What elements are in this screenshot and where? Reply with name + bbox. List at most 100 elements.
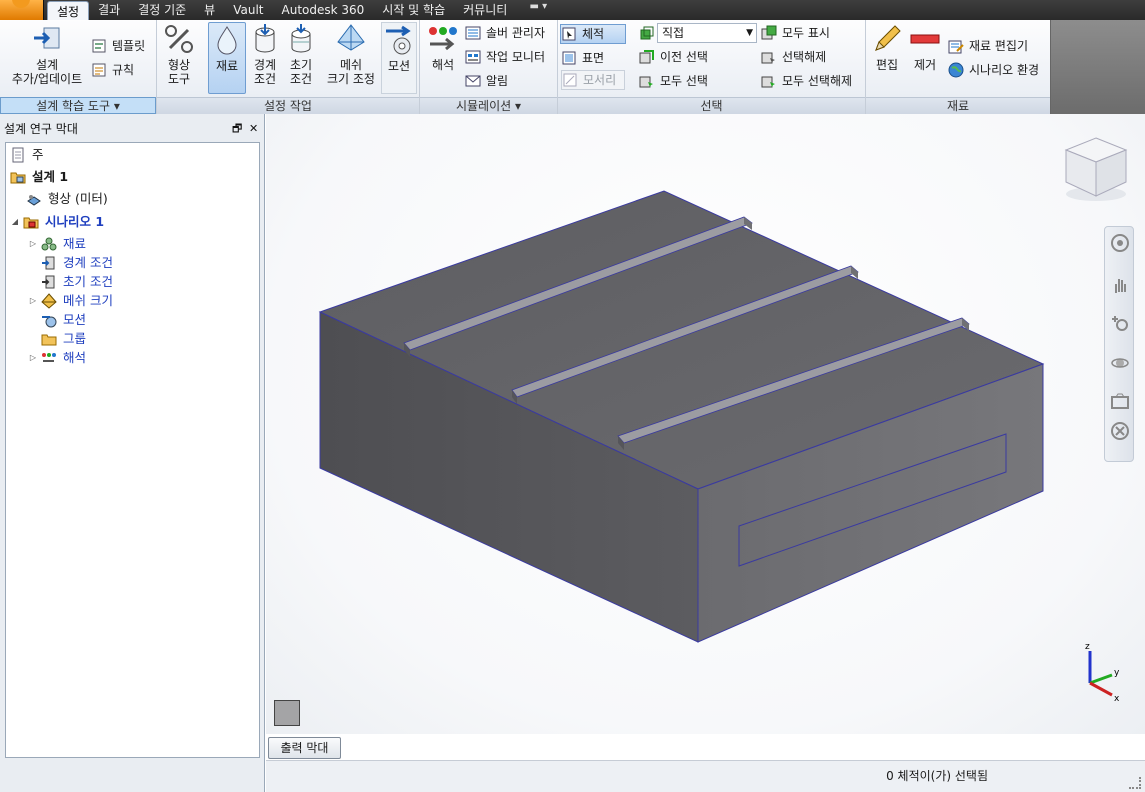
tree-label-design-1: 설계 1 [32,169,69,184]
select-edge-button[interactable]: 모서리 [561,70,625,90]
previous-selection-button[interactable]: 이전 선택 [639,47,708,67]
model-geometry[interactable] [266,114,1145,734]
mesh-sizing-button[interactable]: 메쉬 크기 조정 [322,22,380,94]
select-volume-button[interactable]: 체적 [560,24,626,44]
tree-node-materials[interactable]: ▷ 재료 [28,234,86,253]
template-button[interactable]: 템플릿 [91,36,145,56]
color-swatch[interactable] [274,700,300,726]
panel-selection: 체적 표면 모서리 직접 ▼ 이전 선택 모두 선택 모두 표시 선택해제 모두… [558,20,866,114]
expand-triangle-icon[interactable]: ▷ [28,234,38,253]
ribbon: 설계 추가/업데이트 템플릿 규칙 설계 학습 도구 ▾ 형상 도구 재료 경계… [0,20,1145,114]
collapse-triangle-icon[interactable]: ◢ [10,212,20,231]
output-bar-button[interactable]: 출력 막대 [268,737,341,759]
close-icon[interactable]: ✕ [249,120,258,138]
edit-material-button[interactable]: 편집 [870,22,904,94]
notification-button[interactable]: 알림 [465,71,508,91]
tree-node-motion[interactable]: 모션 [41,310,86,329]
previous-selection-label: 이전 선택 [660,50,708,64]
solver-manager-label: 솔버 관리자 [486,26,546,40]
tab-autodesk-360[interactable]: Autodesk 360 [273,0,374,20]
tab-results[interactable]: 결과 [89,0,129,20]
tab-setup[interactable]: 설정 [47,1,90,22]
selection-mode-dropdown[interactable]: 직접 ▼ [657,23,757,43]
scenario-environment-button[interactable]: 시나리오 환경 [948,60,1039,80]
deselect-button[interactable]: 선택해제 [761,47,826,67]
tab-view[interactable]: 뷰 [195,0,224,20]
tree-node-boundary-conditions[interactable]: 경계 조건 [41,253,113,272]
simulation-panel-title[interactable]: 시뮬레이션 ▾ [420,97,557,114]
initial-conditions-button[interactable]: 초기 조건 [284,22,318,94]
setup-panel-title: 설정 작업 [157,97,419,114]
geometry-icon [27,194,41,206]
surface-label: 표면 [582,51,605,65]
material-editor-icon [948,40,964,54]
tab-vault[interactable]: Vault [224,0,272,20]
expand-triangle-icon[interactable]: ▷ [28,348,38,367]
design-study-panel-title[interactable]: 설계 학습 도구 ▾ [0,97,156,114]
volume-label: 체적 [582,27,605,41]
axis-triad: z y x [1085,642,1120,701]
solve-tree-icon [42,352,56,362]
ribbon-display-toggle-icon[interactable]: ▬ ▾ [526,0,550,14]
restore-icon[interactable]: 🗗 [232,120,242,138]
show-all-button[interactable]: 모두 표시 [761,23,830,43]
solver-manager-icon [465,26,481,40]
initial-label-line1: 초기 [289,58,313,72]
material-panel-title: 재료 [866,97,1050,114]
look-at-icon[interactable] [1110,391,1130,411]
mesh-icon [41,292,57,309]
select-surface-button[interactable]: 표면 [561,48,625,68]
tab-get-started[interactable]: 시작 및 학습 [373,0,454,20]
tree-node-groups[interactable]: 그룹 [41,329,86,348]
material-button[interactable]: 재료 [208,22,246,94]
tree-node-scenario-1[interactable]: ◢ 시나리오 1 [10,212,104,231]
initial-condition-icon [42,275,55,288]
design-study-tree: 주 설계 1 형상 (미터) ◢ 시나리오 1 ▷ 재료 경계 조건 초기 조건… [5,142,260,758]
tab-decision-center[interactable]: 결정 기준 [129,0,195,20]
deselect-all-button[interactable]: 모두 선택해제 [761,71,852,91]
edge-select-icon [563,73,577,87]
viewcube[interactable] [1060,132,1132,204]
geometry-tools-button[interactable]: 형상 도구 [159,22,199,94]
pan-hand-icon[interactable] [1110,275,1130,295]
triad-y-label: y [1114,668,1120,678]
tree-node-solve[interactable]: ▷ 해석 [28,348,86,367]
selection-mode-value: 직접 [662,26,685,40]
job-monitor-label: 작업 모니터 [486,50,546,64]
solver-manager-button[interactable]: 솔버 관리자 [465,23,545,43]
orbit-icon[interactable] [1110,353,1130,373]
material-editor-button[interactable]: 재료 편집기 [948,36,1028,56]
job-monitor-icon [465,50,481,64]
tree-node-mesh-sizes[interactable]: ▷ 메쉬 크기 [28,291,113,310]
edit-label: 편집 [875,58,899,72]
tree-label-boundary-conditions: 경계 조건 [63,255,113,270]
notification-label: 알림 [486,74,509,88]
resize-grip-icon[interactable] [1129,777,1141,789]
panel-setup-tasks: 형상 도구 재료 경계 조건 초기 조건 메쉬 크기 조정 모션 설정 작업 [157,20,420,114]
motion-button[interactable]: 모션 [381,22,417,94]
graphics-viewport[interactable]: z y x [266,114,1145,734]
tree-node-geometry[interactable]: 형상 (미터) [26,189,108,208]
navigation-bar [1104,226,1134,462]
application-menu-button[interactable] [0,0,44,20]
job-monitor-button[interactable]: 작업 모니터 [465,47,545,67]
zoom-icon[interactable] [1110,313,1130,333]
tab-community[interactable]: 커뮤니티 [454,0,516,20]
remove-material-button[interactable]: 제거 [906,22,944,94]
full-navigation-wheel-icon[interactable] [1110,421,1130,441]
tree-node-design-1[interactable]: 설계 1 [10,167,68,186]
rules-button[interactable]: 규칙 [91,60,134,80]
boundary-conditions-button[interactable]: 경계 조건 [248,22,282,94]
show-all-label: 모두 표시 [782,26,830,40]
remove-icon [910,34,940,44]
add-update-label-line2: 추가/업데이트 [11,72,83,86]
tree-node-initial-conditions[interactable]: 초기 조건 [41,272,113,291]
solve-button[interactable]: 해석 [424,22,462,94]
expand-triangle-icon[interactable]: ▷ [28,291,38,310]
steering-wheel-icon[interactable] [1110,233,1130,253]
add-update-design-button[interactable]: 설계 추가/업데이트 [6,22,88,94]
tree-node-main[interactable]: 주 [10,145,44,164]
select-all-button[interactable]: 모두 선택 [639,71,708,91]
geometry-tools-icon [165,25,193,53]
tree-label-groups: 그룹 [63,331,87,346]
